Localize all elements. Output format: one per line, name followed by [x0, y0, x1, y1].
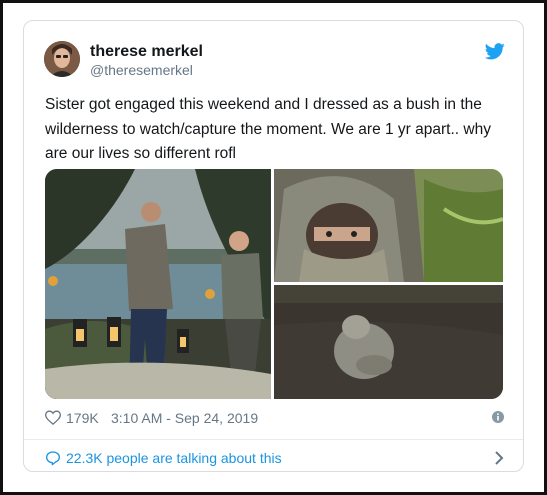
tweet-text: Sister got engaged this weekend and I dr…	[45, 96, 491, 162]
author-avatar[interactable]	[44, 41, 80, 77]
like-count[interactable]: 179K	[66, 410, 99, 426]
info-icon[interactable]	[492, 411, 504, 423]
conversation-text[interactable]: 22.3K people are talking about this	[66, 450, 282, 466]
twitter-bird-icon[interactable]	[485, 43, 505, 60]
author-name[interactable]: therese merkel	[90, 43, 203, 61]
heart-icon[interactable]	[45, 410, 61, 425]
conversation-link[interactable]: 22.3K people are talking about this	[45, 449, 504, 469]
chevron-right-icon[interactable]	[494, 451, 504, 465]
screenshot-frame: therese merkel @theresemerkel Sister got…	[0, 0, 547, 495]
embedded-tweet-card[interactable]: therese merkel @theresemerkel Sister got…	[23, 20, 524, 472]
card-divider	[24, 439, 523, 440]
tweet-timestamp[interactable]: 3:10 AM - Sep 24, 2019	[111, 410, 258, 426]
tweet-meta-row: 179K 3:10 AM - Sep 24, 2019	[45, 409, 504, 429]
photo-engagement[interactable]	[45, 169, 271, 399]
photo-bush-selfie[interactable]	[274, 169, 503, 282]
tweet-media-grid	[45, 169, 503, 399]
photo-bush-crouching[interactable]	[274, 285, 503, 399]
comment-icon	[46, 451, 60, 466]
author-handle[interactable]: @theresemerkel	[90, 62, 193, 78]
